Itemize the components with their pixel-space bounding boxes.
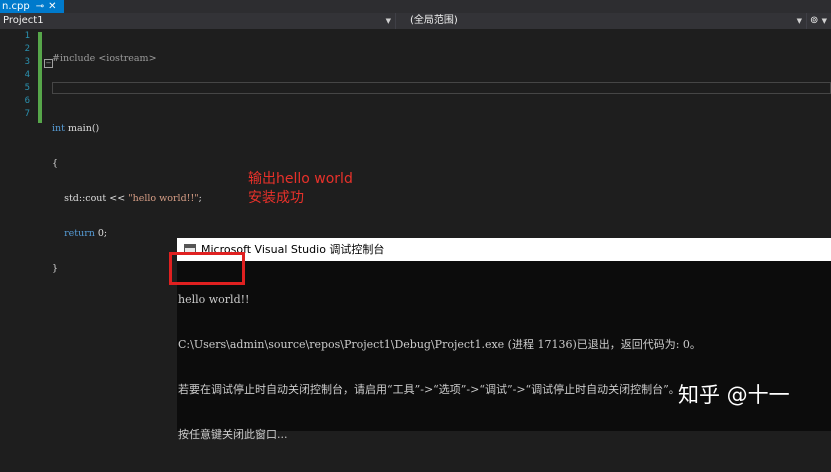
return-value: 0; <box>94 228 108 239</box>
line-number: 4 <box>24 70 30 80</box>
line-number-gutter: 1 2 3 4 5 6 7 <box>0 30 30 121</box>
navigation-bar: Project1 ▼ (全局范围) ▼ ⊚ ▼ <box>0 13 831 29</box>
pin-icon[interactable]: ⊸ <box>36 1 44 12</box>
project-dropdown-label: Project1 <box>3 15 44 26</box>
function-signature: main() <box>64 123 100 134</box>
annotation-line-1: 输出hello world <box>248 171 353 187</box>
console-line: 按任意键关闭此窗口... <box>178 428 288 441</box>
watermark: 知乎 @十一 <box>678 383 790 407</box>
tab-file[interactable]: n.cpp ⊸ ✕ <box>0 0 64 13</box>
chevron-down-icon: ▼ <box>821 17 827 25</box>
document-tab-bar: n.cpp ⊸ ✕ <box>0 0 831 13</box>
semicolon: ; <box>198 193 202 204</box>
code-line-5: std::cout << "hello world!!"; <box>52 192 202 205</box>
console-title-bar[interactable]: Microsoft Visual Studio 调试控制台 <box>177 238 831 261</box>
brace: } <box>52 263 59 274</box>
line-number: 2 <box>24 44 30 54</box>
annotation-text: 输出hello world 安装成功 <box>248 170 353 208</box>
line-number: 7 <box>24 109 30 119</box>
string-literal: "hello world!!" <box>128 193 199 204</box>
change-indicator-bar <box>38 32 42 123</box>
line-number: 6 <box>24 96 30 106</box>
keyword: int <box>52 123 65 134</box>
console-line: C:\Users\admin\source\repos\Project1\Deb… <box>178 338 701 351</box>
console-output: hello world!! C:\Users\admin\source\repo… <box>177 262 831 472</box>
preprocessor-directive: #include <iostream> <box>52 53 157 64</box>
scope-dropdown-label: (全局范围) <box>410 15 458 26</box>
tab-label: n.cpp <box>2 1 30 12</box>
chevron-down-icon: ▼ <box>796 17 802 25</box>
brace: { <box>52 158 59 169</box>
code-line-3: int main() <box>52 122 202 135</box>
scope-dropdown[interactable]: (全局范围) ▼ <box>396 13 806 29</box>
code-line-1: #include <iostream> <box>52 52 202 65</box>
members-icon: ⊚ <box>810 15 819 26</box>
console-line: hello world!! <box>178 293 250 306</box>
members-dropdown[interactable]: ⊚ ▼ <box>807 13 831 29</box>
chevron-down-icon: ▼ <box>385 17 391 25</box>
statement: std::cout << <box>64 193 129 204</box>
keyword: return <box>64 228 95 239</box>
line-number: 1 <box>24 31 30 41</box>
line-number: 5 <box>24 83 30 93</box>
line-number: 3 <box>24 57 30 67</box>
close-icon[interactable]: ✕ <box>48 1 56 12</box>
code-line-4: { <box>52 157 202 170</box>
highlight-box <box>169 252 245 285</box>
annotation-line-2: 安装成功 <box>248 190 304 206</box>
project-dropdown[interactable]: Project1 ▼ <box>0 13 395 29</box>
